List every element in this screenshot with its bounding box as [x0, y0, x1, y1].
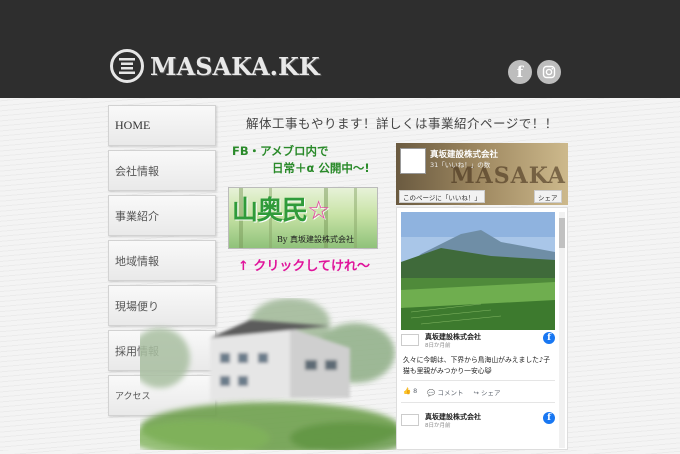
- like-count-value: 8: [413, 387, 418, 395]
- scroll-thumb[interactable]: [559, 218, 565, 248]
- share-post-button[interactable]: ↪ シェア: [473, 387, 500, 397]
- nav-label: 事業紹介: [115, 209, 159, 223]
- like-count[interactable]: 👍 8: [403, 387, 417, 397]
- fb-page-likes: 31「いいね！」の数: [430, 161, 491, 169]
- author-avatar[interactable]: [401, 414, 419, 426]
- like-button-label: このページに「いいね！」: [403, 193, 481, 202]
- comment-label: コメント: [437, 389, 464, 397]
- logo-mark-icon: [110, 49, 144, 83]
- fb-feed[interactable]: 真坂建設株式会社 8日か月前 f 久々に今朝は、下界から鳥海山がみえました♪子猫…: [396, 207, 568, 450]
- fb-page-cover[interactable]: MASAKA 真坂建設株式会社 31「いいね！」の数 このページに「いいね！」 …: [396, 143, 568, 205]
- post-photo[interactable]: [401, 212, 555, 330]
- post-actions: 👍 8 💬 コメント ↪ シェア: [403, 387, 553, 397]
- post-header: 真坂建設株式会社 8日か月前 f: [401, 332, 555, 352]
- share-button-label: シェア: [538, 193, 558, 202]
- author-avatar[interactable]: [401, 334, 419, 346]
- post-header: 真坂建設株式会社 8日か月前 f: [401, 412, 555, 432]
- banner-byline: By 真坂建設株式会社: [277, 235, 354, 244]
- fb-note-line1: FB・アメブロ内で: [232, 144, 329, 158]
- facebook-icon[interactable]: f: [543, 332, 555, 344]
- comment-button[interactable]: 💬 コメント: [427, 387, 463, 397]
- banner-title-text: 山奥民: [232, 196, 308, 226]
- facebook-icon[interactable]: f: [508, 60, 532, 84]
- post-time[interactable]: 8日か月前: [425, 341, 451, 349]
- page-avatar[interactable]: [400, 148, 426, 174]
- fb-note-line2: 日常＋α 公開中〜!: [272, 161, 370, 175]
- site-header: MASAKA.KK f: [0, 0, 680, 98]
- nav-item-business[interactable]: 事業紹介: [108, 195, 216, 236]
- banner-title: 山奥民☆: [232, 190, 330, 227]
- nav-label: 地域情報: [115, 254, 159, 268]
- promo-banner-text: 解体工事もやります！詳しくは事業紹介ページで！！: [246, 116, 558, 131]
- fb-like-button[interactable]: このページに「いいね！」: [399, 190, 485, 203]
- site-logo[interactable]: MASAKA.KK: [110, 49, 320, 83]
- nav-item-region[interactable]: 地域情報: [108, 240, 216, 281]
- feed-scrollbar[interactable]: [559, 212, 565, 448]
- instagram-icon[interactable]: [537, 60, 561, 84]
- click-prompt: ↑ クリックしてけれ〜: [238, 259, 371, 274]
- fb-share-button[interactable]: シェア: [534, 190, 562, 203]
- building-illustration: [130, 298, 410, 454]
- logo-text: MASAKA.KK: [150, 51, 320, 81]
- share-label: シェア: [481, 389, 501, 397]
- fb-blog-note: FB・アメブロ内で 日常＋α 公開中〜!: [232, 143, 370, 177]
- post-time[interactable]: 8日か月前: [425, 421, 451, 429]
- yamaokumin-banner[interactable]: 山奥民☆ By 真坂建設株式会社: [228, 187, 378, 249]
- divider: [401, 402, 555, 403]
- facebook-icon[interactable]: f: [543, 412, 555, 424]
- divider: [401, 380, 555, 381]
- nav-item-company[interactable]: 会社情報: [108, 150, 216, 191]
- nav-label: 会社情報: [115, 164, 159, 178]
- nav-label: HOME: [115, 118, 151, 132]
- nav-item-home[interactable]: HOME: [108, 105, 216, 146]
- star-icon: ☆: [307, 196, 330, 226]
- post-text: 久々に今朝は、下界から鳥海山がみえました♪子猫も里親がみつかり一安心😺: [403, 356, 551, 375]
